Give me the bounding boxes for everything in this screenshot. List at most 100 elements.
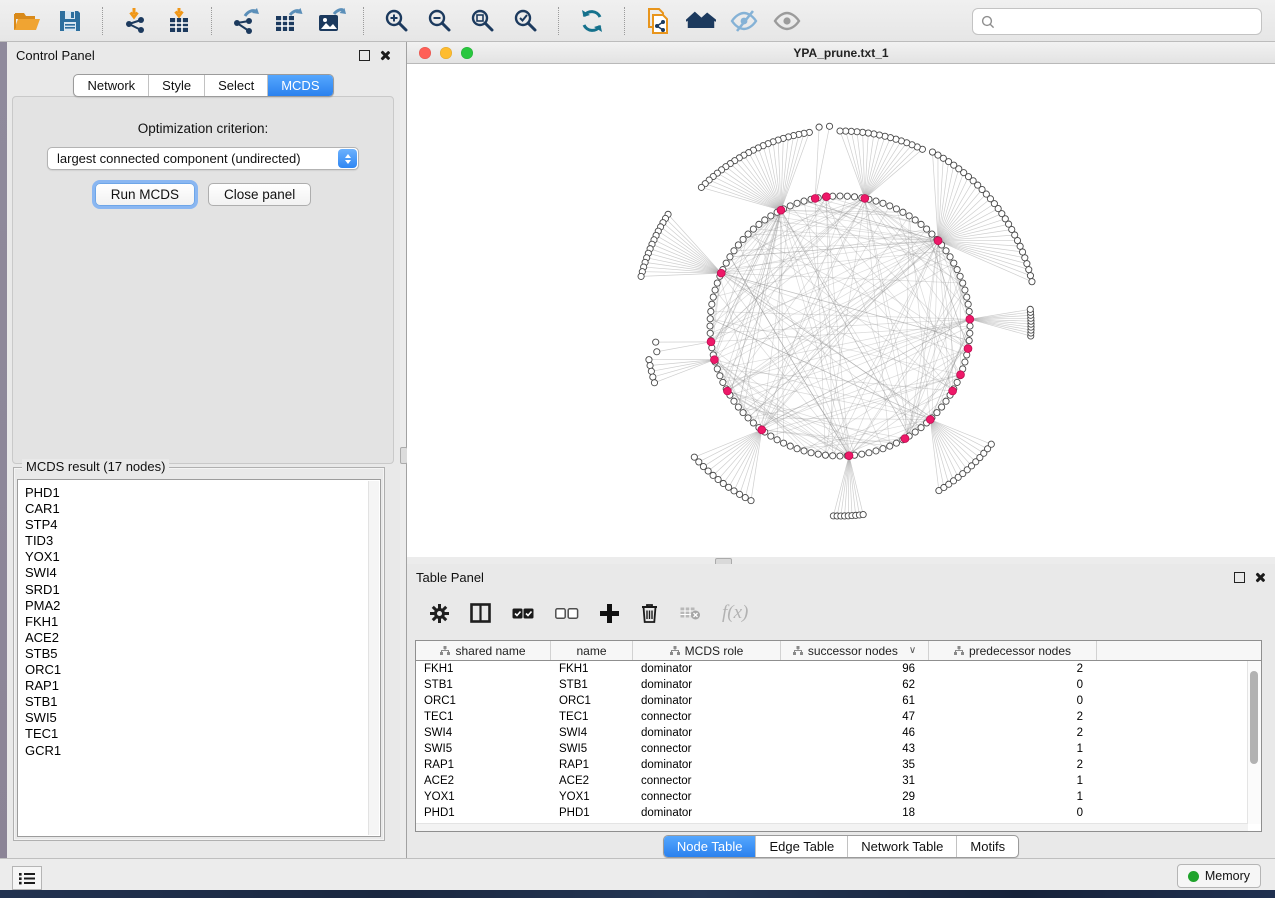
- task-history-button[interactable]: [12, 866, 42, 890]
- graph-node[interactable]: [943, 248, 949, 254]
- table-row[interactable]: SWI5SWI5connector431: [416, 741, 1261, 757]
- graph-node[interactable]: [709, 301, 715, 307]
- tab-node-table[interactable]: Node Table: [664, 836, 756, 857]
- graph-node[interactable]: [957, 273, 963, 279]
- graph-leaf-node[interactable]: [731, 488, 737, 494]
- horizontal-splitter[interactable]: [407, 556, 1275, 564]
- cell-shared-name[interactable]: FKH1: [416, 663, 551, 675]
- cell-predecessor-nodes[interactable]: 0: [929, 695, 1097, 707]
- graph-mcds-hub-node[interactable]: [901, 435, 909, 443]
- graph-node[interactable]: [967, 330, 973, 336]
- graph-mcds-hub-node[interactable]: [717, 269, 725, 277]
- graph-node[interactable]: [780, 440, 786, 446]
- mcds-result-item[interactable]: CAR1: [25, 501, 380, 517]
- graph-leaf-node[interactable]: [1022, 255, 1028, 261]
- graph-leaf-node[interactable]: [698, 184, 704, 190]
- graph-mcds-hub-node[interactable]: [845, 452, 853, 460]
- select-all-icon[interactable]: [512, 608, 534, 619]
- table-row[interactable]: ACE2ACE2connector311: [416, 773, 1261, 789]
- graph-node[interactable]: [830, 453, 836, 459]
- graph-node[interactable]: [954, 266, 960, 272]
- table-row[interactable]: STB1STB1dominator620: [416, 677, 1261, 693]
- tab-select[interactable]: Select: [204, 75, 267, 96]
- mcds-result-item[interactable]: RAP1: [25, 678, 380, 694]
- tab-network-table[interactable]: Network Table: [847, 836, 956, 857]
- table-row[interactable]: FKH1FKH1dominator962: [416, 661, 1261, 677]
- graph-mcds-hub-node[interactable]: [811, 194, 819, 202]
- graph-node[interactable]: [735, 242, 741, 248]
- scrollbar-thumb[interactable]: [1250, 671, 1258, 764]
- graph-node[interactable]: [844, 193, 850, 199]
- graph-leaf-node[interactable]: [726, 484, 732, 490]
- graph-node[interactable]: [794, 446, 800, 452]
- mcds-result-item[interactable]: FKH1: [25, 614, 380, 630]
- cell-successor-nodes[interactable]: 43: [781, 743, 929, 755]
- graph-mcds-hub-node[interactable]: [758, 426, 766, 434]
- graph-node[interactable]: [918, 425, 924, 431]
- cell-name[interactable]: TEC1: [551, 711, 633, 723]
- mcds-result-item[interactable]: TEC1: [25, 726, 380, 742]
- graph-node[interactable]: [717, 373, 723, 379]
- graph-node[interactable]: [808, 450, 814, 456]
- deselect-all-icon[interactable]: [555, 608, 579, 619]
- cell-mcds-role[interactable]: dominator: [633, 679, 781, 691]
- export-table-icon[interactable]: [273, 6, 303, 36]
- cell-name[interactable]: SWI4: [551, 727, 633, 739]
- delete-table-icon[interactable]: [680, 606, 701, 620]
- graph-node[interactable]: [912, 429, 918, 435]
- graph-node[interactable]: [708, 308, 714, 314]
- split-view-icon[interactable]: [470, 603, 491, 623]
- graph-node[interactable]: [939, 404, 945, 410]
- open-session-icon[interactable]: [12, 6, 42, 36]
- graph-leaf-node[interactable]: [1027, 306, 1033, 312]
- graph-mcds-hub-node[interactable]: [823, 193, 831, 201]
- cell-predecessor-nodes[interactable]: 0: [929, 679, 1097, 691]
- graph-leaf-node[interactable]: [647, 362, 653, 368]
- mcds-result-item[interactable]: PMA2: [25, 598, 380, 614]
- cell-successor-nodes[interactable]: 29: [781, 791, 929, 803]
- mcds-result-item[interactable]: SWI5: [25, 710, 380, 726]
- graph-mcds-hub-node[interactable]: [964, 345, 972, 353]
- function-builder-icon[interactable]: f(x): [722, 602, 748, 624]
- graph-node[interactable]: [966, 308, 972, 314]
- mcds-result-item[interactable]: STB1: [25, 694, 380, 710]
- graph-node[interactable]: [893, 440, 899, 446]
- memory-button[interactable]: Memory: [1177, 864, 1261, 888]
- mcds-result-item[interactable]: STP4: [25, 517, 380, 533]
- cell-name[interactable]: FKH1: [551, 663, 633, 675]
- graph-node[interactable]: [714, 280, 720, 286]
- table-row[interactable]: YOX1YOX1connector291: [416, 789, 1261, 805]
- graph-leaf-node[interactable]: [826, 123, 832, 129]
- graph-leaf-node[interactable]: [1029, 279, 1035, 285]
- zoom-out-icon[interactable]: [425, 6, 455, 36]
- graph-node[interactable]: [837, 193, 843, 199]
- graph-node[interactable]: [740, 236, 746, 242]
- mcds-result-item[interactable]: SRD1: [25, 582, 380, 598]
- mcds-list-scrollbar[interactable]: [368, 481, 379, 835]
- mcds-result-item[interactable]: YOX1: [25, 549, 380, 565]
- delete-column-icon[interactable]: [640, 603, 659, 624]
- graph-leaf-node[interactable]: [988, 441, 994, 447]
- cell-predecessor-nodes[interactable]: 2: [929, 663, 1097, 675]
- network-from-selection-icon[interactable]: [643, 6, 673, 36]
- cell-shared-name[interactable]: YOX1: [416, 791, 551, 803]
- graph-leaf-node[interactable]: [736, 491, 742, 497]
- graph-node[interactable]: [768, 433, 774, 439]
- table-row[interactable]: TEC1TEC1connector472: [416, 709, 1261, 725]
- mcds-result-item[interactable]: PHD1: [25, 485, 380, 501]
- graph-node[interactable]: [873, 198, 879, 204]
- graph-mcds-hub-node[interactable]: [934, 237, 942, 245]
- cell-successor-nodes[interactable]: 47: [781, 711, 929, 723]
- mcds-result-item[interactable]: GCR1: [25, 743, 380, 759]
- graph-node[interactable]: [918, 221, 924, 227]
- graph-node[interactable]: [943, 398, 949, 404]
- cell-shared-name[interactable]: ACE2: [416, 775, 551, 787]
- graph-mcds-hub-node[interactable]: [926, 416, 934, 424]
- table-row[interactable]: ORC1ORC1dominator610: [416, 693, 1261, 709]
- graph-node[interactable]: [735, 404, 741, 410]
- graph-node[interactable]: [768, 213, 774, 219]
- graph-node[interactable]: [887, 203, 893, 209]
- table-row[interactable]: SWI4SWI4dominator462: [416, 725, 1261, 741]
- zoom-selected-icon[interactable]: [511, 6, 541, 36]
- tab-mcds[interactable]: MCDS: [267, 75, 332, 96]
